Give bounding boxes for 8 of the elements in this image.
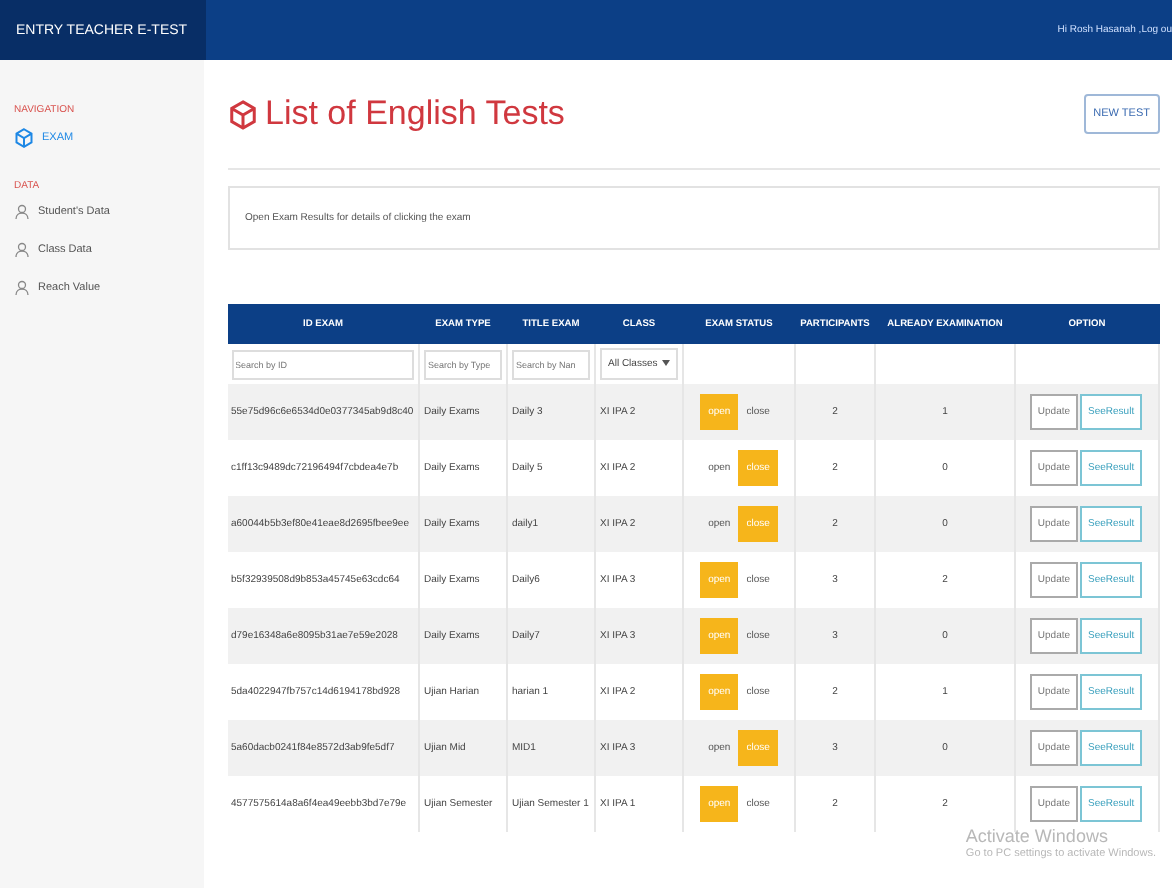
cube-icon: [14, 128, 34, 148]
caret-icon: [661, 360, 670, 367]
person-icon: [14, 242, 30, 258]
page-title: List of English Tests: [265, 94, 565, 134]
activation-notice-title: Activate Windows: [965, 828, 1110, 848]
cube-icon: [227, 99, 257, 129]
person-icon: [14, 280, 30, 296]
person-icon: [14, 204, 30, 220]
